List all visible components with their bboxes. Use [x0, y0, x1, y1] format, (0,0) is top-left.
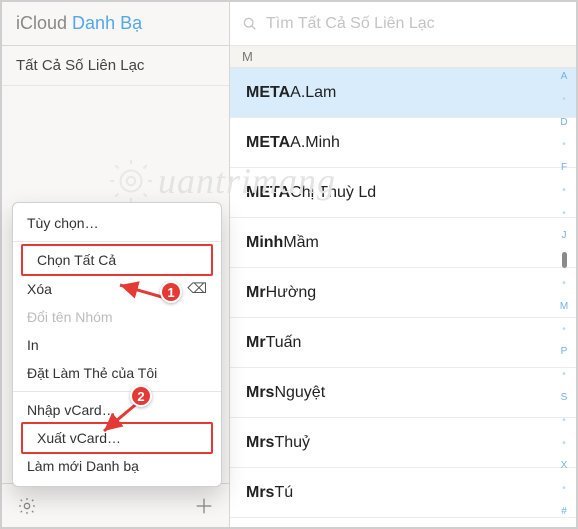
contact-prefix: Mrs [246, 384, 274, 402]
contact-row[interactable]: Mrs Nguyệt [230, 368, 576, 418]
contact-name: A.Lam [290, 84, 336, 102]
contact-name: Thuỷ [274, 434, 310, 452]
contact-prefix: Mr [246, 334, 266, 352]
menu-rename-group: Đổi tên Nhóm [13, 303, 221, 331]
index-dot[interactable]: • [562, 207, 566, 221]
index-dot[interactable]: • [562, 93, 566, 107]
search-icon [242, 16, 258, 32]
contact-row[interactable]: META Chị Thuỳ Ld [230, 168, 576, 218]
index-dot[interactable]: • [562, 368, 566, 382]
contact-name: Chị Thuỳ Ld [290, 184, 376, 202]
main-panel: M META A.LamMETA A.MinhMETA Chị Thuỳ LdM… [230, 2, 576, 527]
index-letter[interactable]: S [561, 391, 568, 405]
index-dot[interactable]: • [562, 482, 566, 496]
contact-row[interactable]: Mr Tuấn [230, 318, 576, 368]
contact-row[interactable]: Minh Mầm [230, 218, 576, 268]
index-letter[interactable]: # [561, 505, 567, 519]
menu-refresh-contacts[interactable]: Làm mới Danh bạ [13, 452, 221, 480]
index-dot[interactable]: • [562, 138, 566, 152]
menu-make-my-card[interactable]: Đặt Làm Thẻ của Tôi [13, 359, 221, 387]
contact-prefix: META [246, 84, 290, 102]
gear-icon[interactable] [12, 491, 42, 521]
index-letter[interactable]: F [561, 161, 567, 175]
contact-name: Hường [266, 284, 317, 302]
contact-name: Mầm [283, 234, 319, 252]
contact-name: A.Minh [290, 134, 340, 152]
contact-prefix: Mrs [246, 484, 274, 502]
sidebar: iCloud Danh Bạ Tất Cả Số Liên Lạc Tùy ch… [2, 2, 230, 527]
annotation-badge-2: 2 [130, 385, 152, 407]
contact-name: Tuấn [266, 334, 302, 352]
contact-row[interactable]: Mrs Tú [230, 468, 576, 518]
app-title-accent: Danh Bạ [72, 13, 142, 34]
menu-import-vcard[interactable]: Nhập vCard… [13, 396, 221, 424]
menu-separator [13, 391, 221, 392]
contact-row[interactable]: META A.Minh [230, 118, 576, 168]
settings-context-menu: Tùy chọn… Chọn Tất Cả Xóa ⌫ Đổi tên Nhóm… [12, 202, 222, 487]
index-letter[interactable]: X [561, 459, 568, 473]
contact-prefix: Minh [246, 234, 283, 252]
contact-prefix: Mr [246, 284, 266, 302]
contacts-list: META A.LamMETA A.MinhMETA Chị Thuỳ LdMin… [230, 68, 576, 527]
alpha-index-rail[interactable]: A • D • F • • J • M • P • S • • X • # [556, 70, 572, 519]
contact-prefix: META [246, 184, 290, 202]
contact-prefix: META [246, 134, 290, 152]
contact-name: Tú [274, 484, 293, 502]
menu-separator [13, 241, 221, 242]
contact-row[interactable]: META A.Lam [230, 68, 576, 118]
index-dot[interactable]: • [562, 323, 566, 337]
sidebar-item-all-contacts[interactable]: Tất Cả Số Liên Lạc [2, 46, 229, 86]
menu-select-all[interactable]: Chọn Tất Cả [21, 244, 213, 276]
index-scroll-indicator[interactable] [562, 252, 567, 268]
search-input[interactable] [266, 15, 564, 33]
app-title-prefix: iCloud [16, 13, 67, 34]
index-letter[interactable]: J [562, 229, 567, 243]
annotation-badge-1: 1 [160, 281, 182, 303]
index-dot[interactable]: • [562, 414, 566, 428]
contact-row[interactable]: Mrs Thuỷ [230, 418, 576, 468]
index-letter[interactable]: M [560, 300, 568, 314]
plus-icon[interactable] [189, 491, 219, 521]
sidebar-item-label: Tất Cả Số Liên Lạc [16, 57, 144, 74]
delete-key-icon: ⌫ [187, 280, 207, 297]
menu-preferences[interactable]: Tùy chọn… [13, 209, 221, 237]
index-letter[interactable]: D [560, 116, 567, 130]
index-dot[interactable]: • [562, 437, 566, 451]
index-dot[interactable]: • [562, 184, 566, 198]
index-letter[interactable]: A [561, 70, 568, 84]
menu-delete[interactable]: Xóa ⌫ [13, 274, 221, 303]
search-bar[interactable] [230, 2, 576, 46]
contact-name: Nguyệt [274, 384, 325, 402]
menu-print[interactable]: In [13, 331, 221, 359]
contact-row[interactable]: Mr Hường [230, 268, 576, 318]
sidebar-header: iCloud Danh Bạ [2, 2, 229, 46]
menu-export-vcard[interactable]: Xuất vCard… [21, 422, 213, 454]
section-header: M [230, 46, 576, 68]
sidebar-footer [2, 483, 229, 527]
contact-prefix: Mrs [246, 434, 274, 452]
index-letter[interactable]: P [561, 345, 568, 359]
index-dot[interactable]: • [562, 277, 566, 291]
